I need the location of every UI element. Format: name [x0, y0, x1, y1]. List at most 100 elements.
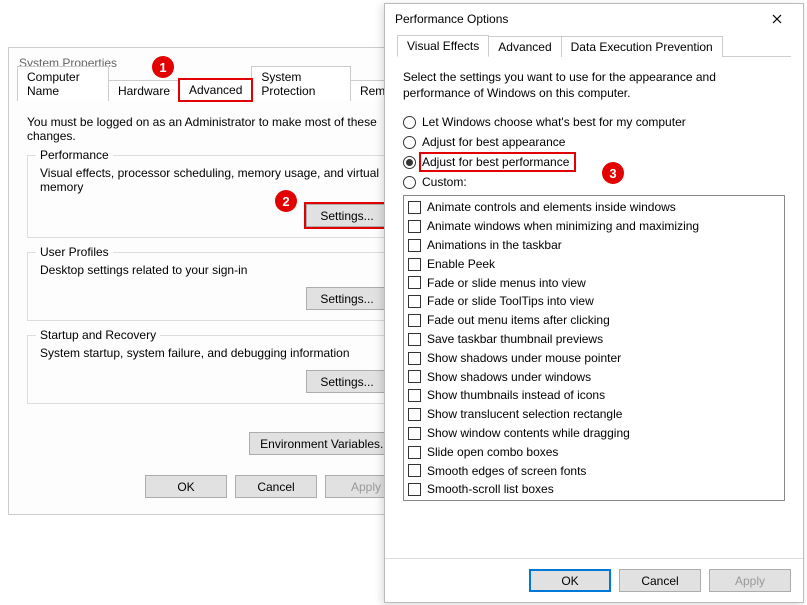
checkbox-icon	[408, 352, 421, 365]
startup-legend: Startup and Recovery	[36, 328, 160, 342]
check-item[interactable]: Show shadows under mouse pointer	[408, 349, 780, 368]
tab-advanced[interactable]: Advanced	[179, 79, 252, 101]
check-item[interactable]: Smooth-scroll list boxes	[408, 480, 780, 499]
check-item[interactable]: Fade or slide menus into view	[408, 274, 780, 293]
radio-icon	[403, 116, 416, 129]
checkbox-icon	[408, 427, 421, 440]
check-item[interactable]: Use drop shadows for icon labels on the …	[408, 499, 780, 501]
close-icon[interactable]	[757, 5, 797, 33]
check-label: Fade or slide menus into view	[427, 275, 586, 292]
user-profiles-group: User Profiles Desktop settings related t…	[27, 252, 401, 321]
po-cancel-button[interactable]: Cancel	[619, 569, 701, 592]
check-label: Fade out menu items after clicking	[427, 312, 610, 329]
check-item[interactable]: Fade out menu items after clicking	[408, 311, 780, 330]
sp-cancel-button[interactable]: Cancel	[235, 475, 317, 498]
check-label: Animate windows when minimizing and maxi…	[427, 218, 699, 235]
check-label: Smooth-scroll list boxes	[427, 481, 554, 498]
performance-options-titlebar: Performance Options	[385, 4, 803, 34]
startup-desc: System startup, system failure, and debu…	[40, 346, 388, 360]
sp-ok-button[interactable]: OK	[145, 475, 227, 498]
performance-desc: Visual effects, processor scheduling, me…	[40, 166, 388, 194]
check-label: Save taskbar thumbnail previews	[427, 331, 603, 348]
check-item[interactable]: Show translucent selection rectangle	[408, 405, 780, 424]
checkbox-icon	[408, 408, 421, 421]
checkbox-icon	[408, 276, 421, 289]
effects-checklist[interactable]: Animate controls and elements inside win…	[403, 195, 785, 501]
check-item[interactable]: Show window contents while dragging	[408, 424, 780, 443]
checkbox-icon	[408, 389, 421, 402]
performance-options-content: Select the settings you want to use for …	[385, 57, 803, 513]
environment-variables-button[interactable]: Environment Variables...	[249, 432, 401, 455]
system-properties-content: You must be logged on as an Administrato…	[9, 101, 419, 432]
performance-options-window: Performance Options Visual Effects Advan…	[384, 3, 804, 603]
po-apply-button[interactable]: Apply	[709, 569, 791, 592]
checkbox-icon	[408, 239, 421, 252]
check-item[interactable]: Animations in the taskbar	[408, 236, 780, 255]
callout-3: 3	[602, 162, 624, 184]
tab-system-protection[interactable]: System Protection	[251, 66, 351, 101]
radio-custom[interactable]: Custom:	[403, 175, 785, 189]
tab-computer-name[interactable]: Computer Name	[17, 66, 109, 101]
checkbox-icon	[408, 370, 421, 383]
checkbox-icon	[408, 220, 421, 233]
po-ok-button[interactable]: OK	[529, 569, 611, 592]
performance-settings-button[interactable]: Settings...	[306, 204, 388, 227]
check-item[interactable]: Fade or slide ToolTips into view	[408, 292, 780, 311]
checkbox-icon	[408, 201, 421, 214]
check-label: Show translucent selection rectangle	[427, 406, 622, 423]
startup-settings-button[interactable]: Settings...	[306, 370, 388, 393]
radio-best-appearance[interactable]: Adjust for best appearance	[403, 135, 785, 149]
system-properties-tabs: Computer Name Hardware Advanced System P…	[17, 78, 411, 101]
check-label: Smooth edges of screen fonts	[427, 463, 586, 480]
radio-best-performance[interactable]: Adjust for best performance	[403, 155, 785, 169]
admin-notice: You must be logged on as an Administrato…	[27, 115, 401, 143]
check-label: Enable Peek	[427, 256, 495, 273]
checkbox-icon	[408, 314, 421, 327]
callout-2: 2	[275, 190, 297, 212]
radio-label: Adjust for best performance	[422, 155, 573, 169]
check-item[interactable]: Save taskbar thumbnail previews	[408, 330, 780, 349]
callout-1: 1	[152, 56, 174, 78]
check-item[interactable]: Slide open combo boxes	[408, 443, 780, 462]
check-item[interactable]: Animate controls and elements inside win…	[408, 198, 780, 217]
check-label: Animations in the taskbar	[427, 237, 562, 254]
check-label: Show shadows under windows	[427, 369, 591, 386]
tab-visual-effects[interactable]: Visual Effects	[397, 35, 489, 57]
performance-legend: Performance	[36, 148, 113, 162]
check-item[interactable]: Enable Peek	[408, 255, 780, 274]
check-label: Show shadows under mouse pointer	[427, 350, 621, 367]
startup-group: Startup and Recovery System startup, sys…	[27, 335, 401, 404]
check-label: Slide open combo boxes	[427, 444, 558, 461]
check-item[interactable]: Smooth edges of screen fonts	[408, 462, 780, 481]
system-properties-buttons: OK Cancel Apply	[9, 465, 419, 508]
radio-icon	[403, 176, 416, 189]
check-item[interactable]: Show thumbnails instead of icons	[408, 386, 780, 405]
radio-icon	[403, 136, 416, 149]
user-profiles-legend: User Profiles	[36, 245, 113, 259]
performance-group: Performance Visual effects, processor sc…	[27, 155, 401, 238]
system-properties-window: System Properties Computer Name Hardware…	[8, 47, 420, 515]
radio-let-windows-choose[interactable]: Let Windows choose what's best for my co…	[403, 115, 785, 129]
performance-options-buttons: OK Cancel Apply	[385, 558, 803, 602]
checkbox-icon	[408, 295, 421, 308]
check-label: Use drop shadows for icon labels on the …	[427, 500, 686, 501]
check-label: Animate controls and elements inside win…	[427, 199, 676, 216]
check-label: Show window contents while dragging	[427, 425, 630, 442]
tab-perf-advanced[interactable]: Advanced	[488, 36, 561, 57]
check-label: Fade or slide ToolTips into view	[427, 293, 594, 310]
checkbox-icon	[408, 464, 421, 477]
checkbox-icon	[408, 483, 421, 496]
radio-label: Adjust for best appearance	[422, 135, 565, 149]
check-item[interactable]: Show shadows under windows	[408, 368, 780, 387]
user-profiles-desc: Desktop settings related to your sign-in	[40, 263, 388, 277]
user-profiles-settings-button[interactable]: Settings...	[306, 287, 388, 310]
check-item[interactable]: Animate windows when minimizing and maxi…	[408, 217, 780, 236]
radio-label: Let Windows choose what's best for my co…	[422, 115, 686, 129]
perf-intro-text: Select the settings you want to use for …	[403, 69, 785, 101]
radio-label: Custom:	[422, 175, 467, 189]
tab-hardware[interactable]: Hardware	[108, 80, 180, 101]
radio-icon	[403, 156, 416, 169]
tab-dep[interactable]: Data Execution Prevention	[561, 36, 723, 57]
performance-options-tabs: Visual Effects Advanced Data Execution P…	[397, 34, 791, 57]
performance-options-title: Performance Options	[395, 12, 508, 26]
